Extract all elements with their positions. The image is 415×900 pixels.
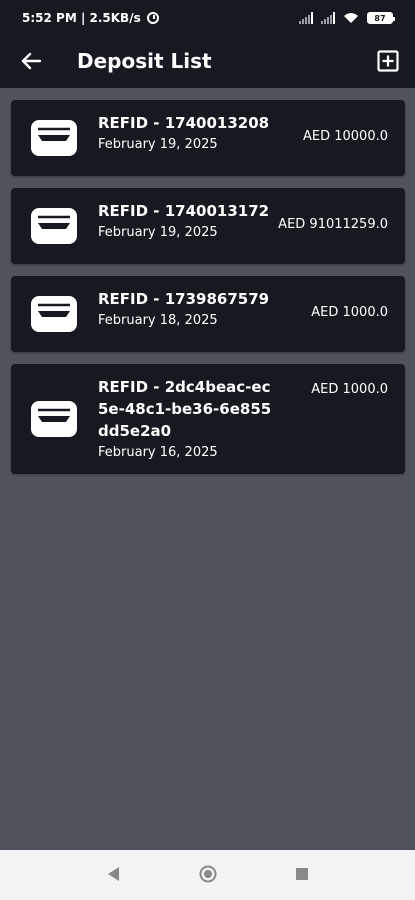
- deposit-refid: REFID - 2dc4beac-ec5e-48c1-be36-6e855dd5…: [98, 378, 272, 440]
- system-nav-bar: [0, 850, 415, 900]
- deposit-item[interactable]: REFID - 2dc4beac-ec5e-48c1-be36-6e855dd5…: [11, 364, 405, 474]
- status-time: 5:52 PM | 2.5KB/s: [22, 11, 141, 25]
- deposit-item[interactable]: REFID - 1740013172 February 19, 2025 AED…: [11, 188, 405, 264]
- deposit-list: REFID - 1740013208 February 19, 2025 AED…: [11, 100, 405, 486]
- nav-back-icon[interactable]: [106, 866, 120, 882]
- wallet-icon: [31, 208, 77, 244]
- status-bar: 5:52 PM | 2.5KB/s 87: [0, 0, 415, 36]
- deposit-date: February 16, 2025: [98, 445, 218, 460]
- app-bar: Deposit List: [0, 36, 415, 88]
- add-deposit-button[interactable]: [375, 48, 401, 74]
- battery-level: 87: [374, 13, 386, 23]
- deposit-item[interactable]: REFID - 1739867579 February 18, 2025 AED…: [11, 276, 405, 352]
- wallet-icon: [31, 120, 77, 156]
- page-title: Deposit List: [77, 49, 212, 73]
- alarm-icon: [146, 12, 159, 24]
- deposit-amount: AED 1000.0: [311, 382, 388, 397]
- back-button[interactable]: [16, 46, 46, 76]
- nav-recent-icon[interactable]: [296, 868, 308, 880]
- add-box-icon: [377, 50, 399, 72]
- wifi-icon: [344, 13, 358, 23]
- wallet-icon: [31, 401, 77, 437]
- deposit-amount: AED 1000.0: [311, 305, 388, 320]
- battery-icon: 87: [367, 12, 395, 24]
- deposit-item[interactable]: REFID - 1740013208 February 19, 2025 AED…: [11, 100, 405, 176]
- deposit-refid: REFID - 1739867579: [98, 290, 270, 308]
- deposit-amount: AED 91011259.0: [278, 217, 388, 232]
- arrow-left-icon: [21, 52, 41, 70]
- signal-icon-2: [321, 12, 335, 24]
- signal-icon: [299, 12, 313, 24]
- deposit-amount: AED 10000.0: [302, 129, 388, 144]
- deposit-refid: REFID - 1740013172: [98, 202, 270, 220]
- wallet-icon: [31, 296, 77, 332]
- status-left: 5:52 PM | 2.5KB/s: [22, 11, 159, 25]
- status-right: 87: [299, 12, 395, 24]
- deposit-refid: REFID - 1740013208: [98, 114, 270, 132]
- nav-home-icon[interactable]: [199, 865, 217, 883]
